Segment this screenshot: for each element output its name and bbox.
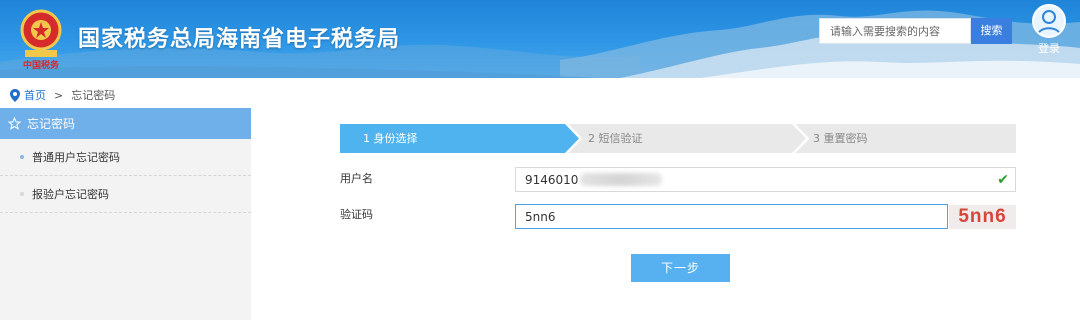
username-field[interactable]: 9146010 ✔: [515, 167, 1016, 192]
step-2-label: 2 短信验证: [588, 132, 643, 145]
site-header: 中国税务 国家税务总局海南省电子税务局 搜索 登录: [0, 0, 1080, 78]
sidebar-item-normal-user[interactable]: 普通用户忘记密码: [0, 139, 251, 176]
step-arrows-graphic: [340, 124, 1016, 153]
sidebar-item-label: 报验户忘记密码: [32, 188, 109, 201]
breadcrumb: 首页 > 忘记密码: [10, 85, 115, 105]
location-pin-icon: [10, 88, 20, 102]
next-button[interactable]: 下一步: [631, 254, 730, 282]
breadcrumb-home-link[interactable]: 首页: [24, 87, 46, 103]
captcha-label: 验证码: [340, 208, 373, 221]
svg-text:中国税务: 中国税务: [23, 59, 60, 71]
star-icon: [8, 117, 21, 130]
sidebar-item-inspection-user[interactable]: 报验户忘记密码: [0, 176, 251, 213]
bullet-icon: [20, 192, 24, 196]
user-avatar-icon: [1032, 4, 1066, 38]
captcha-input-value: 5nn6: [525, 209, 556, 224]
sidebar-header[interactable]: 忘记密码: [0, 108, 251, 139]
login-button[interactable]: 登录: [1028, 4, 1070, 56]
bullet-icon: [20, 155, 24, 159]
step-3-label: 3 重置密码: [813, 132, 868, 145]
captcha-field[interactable]: 5nn6: [515, 204, 948, 229]
captcha-image[interactable]: 5nn6: [949, 205, 1016, 229]
site-title: 国家税务总局海南省电子税务局: [78, 27, 401, 52]
username-value: 9146010: [525, 172, 579, 187]
login-label: 登录: [1038, 42, 1060, 55]
search-input[interactable]: [819, 18, 971, 44]
search-button[interactable]: 搜索: [971, 18, 1012, 44]
sidebar-header-label: 忘记密码: [27, 117, 76, 131]
check-icon: ✔: [997, 172, 1009, 188]
step-1-label: 1 身份选择: [363, 132, 418, 145]
breadcrumb-separator: >: [54, 88, 64, 102]
masked-text: [580, 173, 663, 186]
tax-emblem-logo: 中国税务: [15, 6, 67, 72]
breadcrumb-current: 忘记密码: [71, 89, 116, 102]
sidebar: 忘记密码 普通用户忘记密码 报验户忘记密码: [0, 108, 251, 320]
sidebar-item-label: 普通用户忘记密码: [32, 151, 120, 164]
username-label: 用户名: [340, 172, 373, 185]
step-indicator: 1 身份选择 2 短信验证 3 重置密码: [340, 124, 1016, 153]
